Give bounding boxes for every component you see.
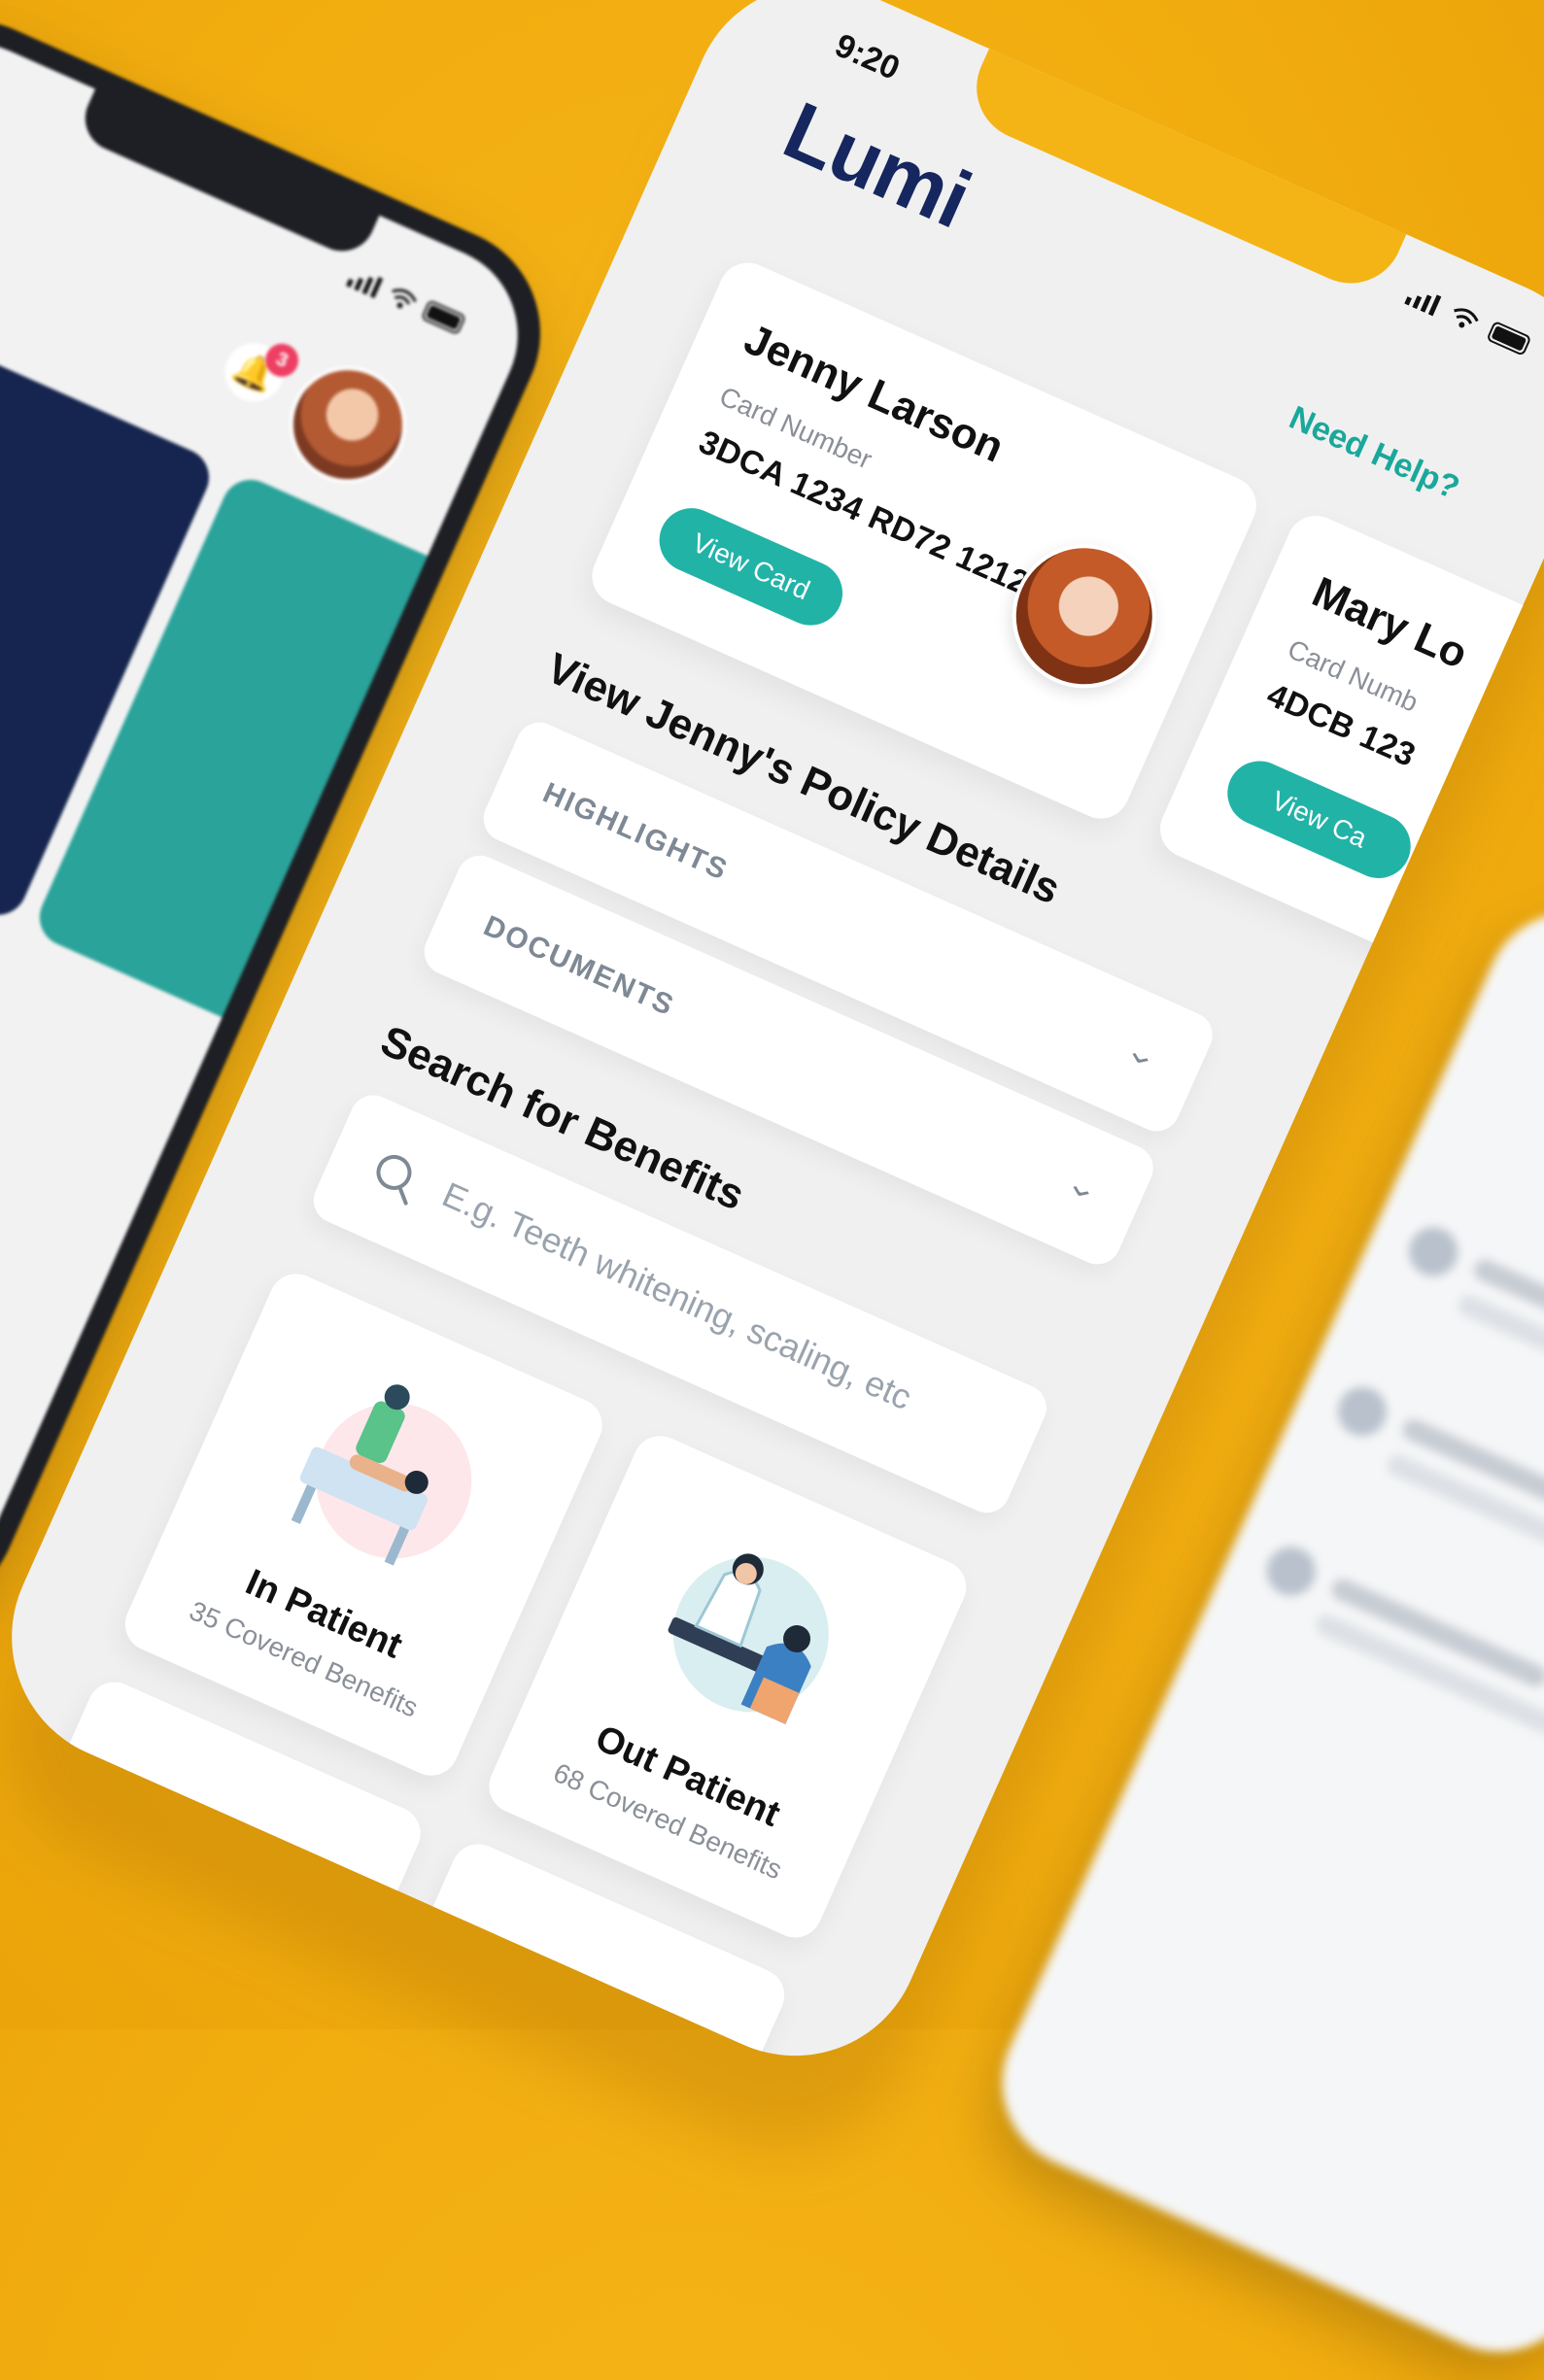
battery-icon — [1488, 322, 1530, 356]
in-patient-illustration — [291, 1384, 472, 1566]
need-help-link[interactable]: Need Help? — [1284, 399, 1464, 508]
list-item-icon — [1329, 1378, 1394, 1444]
phone-notch — [74, 88, 380, 262]
signal-icon — [346, 276, 384, 299]
wifi-icon — [1454, 308, 1479, 328]
view-card-button[interactable]: View Ca — [1217, 750, 1422, 889]
phone-notch — [959, 47, 1408, 300]
chevron-down-icon: ⌄ — [1119, 1032, 1164, 1076]
signal-icon — [1404, 294, 1442, 317]
chevron-down-icon: ⌄ — [1060, 1165, 1105, 1209]
wifi-icon — [392, 289, 417, 309]
list-item-icon — [1401, 1219, 1466, 1284]
list-item-icon — [1258, 1539, 1323, 1604]
app-title: Lumi — [771, 84, 983, 246]
status-icons — [1404, 284, 1535, 357]
accordion-label: HIGHLIGHTS — [537, 776, 734, 887]
avatar — [989, 521, 1180, 712]
status-time: 9:20 — [829, 26, 906, 87]
notifications-button[interactable]: 🔔 3 — [215, 333, 304, 411]
view-card-button[interactable]: View Card — [649, 497, 853, 636]
search-icon — [376, 1154, 412, 1206]
accordion-label: DOCUMENTS — [478, 909, 680, 1023]
battery-icon — [422, 301, 465, 334]
list-item — [1455, 1291, 1544, 1446]
status-icons — [346, 266, 470, 337]
out-patient-illustration — [668, 1553, 829, 1724]
